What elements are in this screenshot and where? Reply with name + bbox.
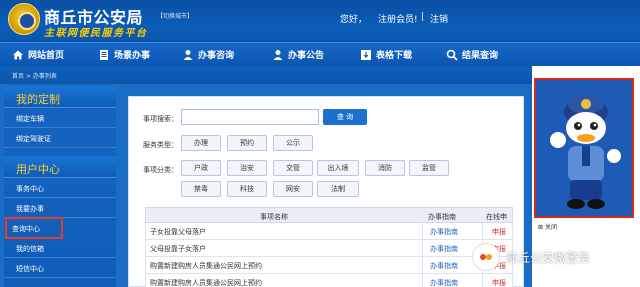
category-label: 事项分类： [143, 166, 178, 174]
nav-label: 办事咨询 [198, 51, 235, 61]
service-type-handle[interactable]: 办理 [181, 135, 221, 151]
item-name[interactable]: 父母投靠子女落户 [150, 244, 206, 254]
column-header-name: 事项名称 [260, 213, 288, 221]
nav-label: 场景办事 [114, 51, 151, 61]
logout-link[interactable]: 注销 [430, 12, 448, 25]
item-name[interactable]: 子女投靠父母落户 [150, 227, 206, 237]
police-mascot-icon [536, 80, 632, 216]
table-header: 事项名称 办事指南 在线申办 [145, 207, 513, 231]
category-huzheng[interactable]: 户政 [181, 160, 221, 176]
category-wangan[interactable]: 网安 [273, 181, 313, 197]
watermark-text: 商丘公安微警务 [506, 250, 591, 265]
main-nav: 网站首页 场景办事 办事咨询 办事公告 表格下载 结果查询 [0, 42, 640, 66]
breadcrumb-bar: 首页 > 办事列表 [0, 66, 532, 84]
sidebar-item-bind-vehicle[interactable]: 绑定车辆 [4, 108, 116, 128]
apply-link[interactable]: 申报 [492, 227, 506, 237]
guide-link[interactable]: 办事指南 [430, 244, 458, 254]
register-link[interactable]: 注册会员! [378, 12, 418, 25]
category-jiaoguan[interactable]: 交管 [273, 160, 313, 176]
greeting-text: 您好， [340, 15, 368, 25]
service-type-public[interactable]: 公示 [273, 135, 313, 151]
download-icon [361, 49, 371, 60]
category-jindu[interactable]: 禁毒 [181, 181, 221, 197]
search-label: 事项搜索： [143, 115, 178, 123]
sidebar: 我的定制 绑定车辆 绑定驾驶证 用户中心 事务中心 我要办事 查询中心 我的信箱… [4, 86, 116, 287]
table-row: 购置新建购房人员集通公民网上预约 办事指南 申报 [145, 274, 513, 287]
category-jianguan[interactable]: 监管 [409, 160, 449, 176]
nav-label: 结果查询 [462, 51, 499, 61]
police-emblem-icon [8, 3, 40, 35]
table-row: 父母投靠子女落户 办事指南 申报 [145, 240, 513, 257]
nav-scene[interactable]: 场景办事 [98, 48, 150, 61]
guide-link[interactable]: 办事指南 [430, 261, 458, 271]
sidebar-item-apply[interactable]: 我要办事 [4, 198, 116, 218]
nav-label: 办事公告 [288, 51, 325, 61]
main-panel: 事项搜索： 查 询 服务类型： 办理 预约 公示 事项分类： 户政 治安 交管 … [128, 96, 524, 287]
site-slogan: 主联网便民服务平台 [44, 28, 148, 39]
sidebar-item-sms[interactable]: 短信中心 [4, 258, 116, 278]
breadcrumb[interactable]: 首页 > 办事列表 [12, 71, 57, 80]
table-row: 购置新建购房人员集通公民网上预约 办事指南 申报 [145, 257, 513, 274]
home-icon [13, 50, 23, 59]
user-icon [183, 49, 193, 60]
service-type-label: 服务类型： [143, 141, 178, 149]
sidebar-item-mailbox[interactable]: 我的信箱 [4, 238, 116, 258]
search-icon [446, 49, 458, 61]
switch-city-link[interactable]: 【切换城市】 [157, 11, 193, 20]
service-type-reserve[interactable]: 预约 [227, 135, 267, 151]
item-name[interactable]: 购置新建购房人员集通公民网上预约 [150, 261, 262, 271]
police-mascot-ad[interactable] [534, 78, 634, 218]
close-icon: ⊠ [538, 224, 544, 231]
category-fazhi[interactable]: 法制 [317, 181, 359, 197]
sidebar-section-custom: 我的定制 [4, 86, 116, 108]
nav-label: 网站首页 [28, 51, 65, 61]
person-icon [273, 49, 283, 60]
site-header: 商丘市公安局 【切换城市】 主联网便民服务平台 您好， 注册会员! | 注销 [0, 0, 640, 42]
nav-label: 表格下载 [376, 51, 413, 61]
sidebar-item-affairs[interactable]: 事务中心 [4, 178, 116, 198]
nav-notice[interactable]: 办事公告 [272, 48, 324, 61]
item-name[interactable]: 购置新建购房人员集通公民网上预约 [150, 278, 262, 287]
category-xiaofang[interactable]: 消防 [365, 160, 405, 176]
document-icon [100, 49, 108, 60]
category-churujing[interactable]: 出入境 [317, 160, 359, 176]
sidebar-section-user-center: 用户中心 [4, 156, 116, 178]
nav-download[interactable]: 表格下载 [360, 48, 412, 61]
category-zhian[interactable]: 治安 [227, 160, 267, 176]
column-header-guide: 办事指南 [428, 213, 456, 221]
nav-home[interactable]: 网站首页 [12, 48, 64, 61]
apply-link[interactable]: 申报 [492, 278, 506, 287]
table-row: 子女投靠父母落户 办事指南 申报 [145, 223, 513, 240]
sidebar-item-bind-license[interactable]: 绑定驾驶证 [4, 128, 116, 148]
nav-consult[interactable]: 办事咨询 [182, 48, 234, 61]
header-separator: | [421, 12, 425, 22]
sidebar-item-query-center[interactable]: 查询中心 [5, 217, 63, 239]
ad-close-button[interactable]: ⊠ 关闭 [538, 222, 557, 231]
guide-link[interactable]: 办事指南 [430, 227, 458, 237]
nav-result[interactable]: 结果查询 [446, 48, 498, 61]
watermark: 商丘公安微警务 [472, 243, 590, 271]
guide-link[interactable]: 办事指南 [430, 278, 458, 287]
search-input[interactable] [181, 109, 319, 125]
category-keji[interactable]: 科技 [227, 181, 267, 197]
search-button[interactable]: 查 询 [323, 109, 367, 125]
wechat-logo-icon [472, 243, 500, 271]
